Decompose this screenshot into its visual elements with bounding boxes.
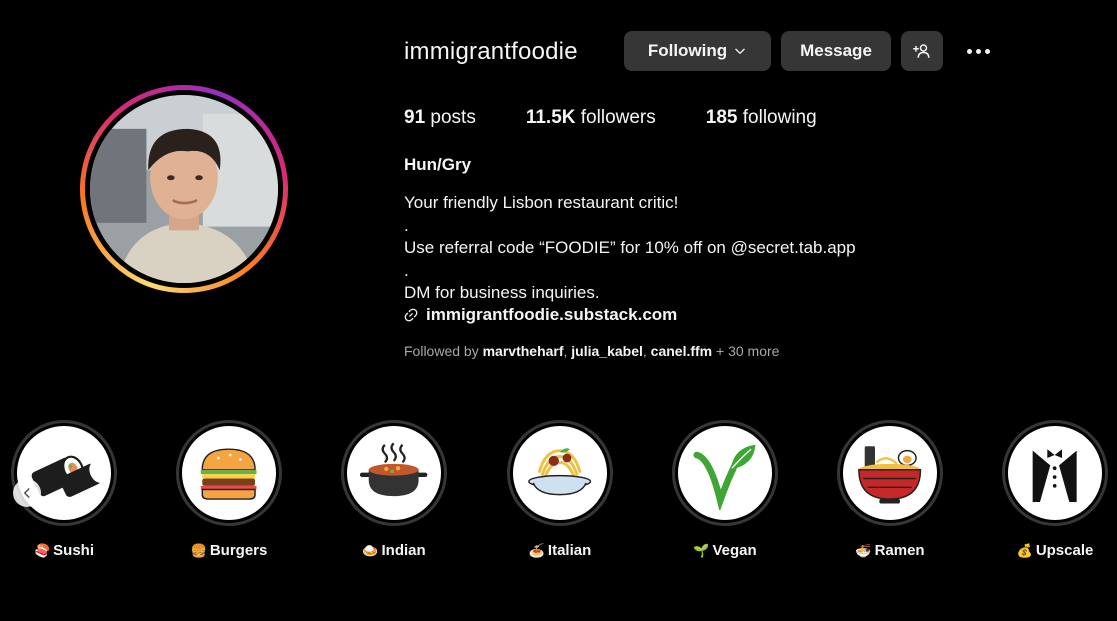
following-button-label: Following	[647, 41, 728, 60]
highlight-label-text: Ramen	[874, 542, 925, 559]
chevron-down-icon	[735, 48, 745, 54]
highlight-label: 🍛 Indian	[341, 542, 447, 559]
curry-emoji: 🍛	[362, 542, 379, 558]
bio-line: Use referral code “FOODIE” for 10% off o…	[404, 238, 856, 257]
highlight-label: 🍜 Ramen	[837, 542, 943, 559]
chevron-left-icon	[23, 488, 30, 498]
following-stat[interactable]: 185 following	[706, 107, 817, 129]
highlight-indian[interactable]: 🍛 Indian	[341, 420, 447, 559]
posts-stat: 91 posts	[404, 107, 476, 129]
highlight-label-text: Indian	[381, 542, 426, 559]
display-name: Hun/Gry	[404, 155, 472, 174]
followed-by-more: + 30 more	[716, 343, 780, 359]
highlight-label-text: Upscale	[1035, 542, 1094, 559]
ramen-emoji: 🍜	[855, 542, 872, 558]
follower-username: julia_kabel	[571, 343, 643, 359]
avatar-inner	[85, 90, 283, 288]
ramen-bowl-icon	[858, 446, 922, 504]
highlight-label: 🍣 Sushi	[11, 542, 117, 559]
followers-label: followers	[580, 107, 656, 128]
following-count: 185	[705, 107, 738, 128]
followers-count: 11.5K	[525, 107, 576, 128]
person-add-icon	[913, 44, 930, 58]
money-bag-emoji: 💰	[1016, 542, 1033, 558]
highlight-label-text: Burgers	[209, 542, 268, 559]
following-button[interactable]: Following	[624, 31, 771, 71]
highlight-upscale[interactable]: 💰 Upscale	[1002, 420, 1108, 559]
bio-text: Your friendly Lisbon restaurant critic! …	[404, 192, 856, 305]
highlight-burgers[interactable]: 🍔 Burgers	[176, 420, 282, 559]
highlight-label: 🍔 Burgers	[176, 542, 282, 559]
bio-line: Your friendly Lisbon restaurant critic!	[404, 193, 679, 212]
link-icon	[404, 308, 418, 322]
add-user-button[interactable]	[901, 31, 943, 71]
profile-photo	[90, 95, 278, 283]
follower-username: marvtheharf	[482, 343, 564, 359]
highlight-ramen[interactable]: 🍜 Ramen	[837, 420, 943, 559]
following-label: following	[742, 107, 817, 128]
bio-line: .	[404, 260, 409, 280]
profile-avatar-ring[interactable]	[80, 85, 288, 293]
bio-line: .	[404, 215, 409, 235]
highlight-label-text: Sushi	[53, 542, 95, 559]
highlight-italian[interactable]: 🍝 Italian	[507, 420, 613, 559]
burger-icon	[201, 448, 257, 501]
pasta-icon	[528, 448, 592, 496]
pasta-emoji: 🍝	[528, 542, 545, 558]
more-options-button[interactable]	[958, 38, 998, 64]
highlight-label: 🍝 Italian	[507, 542, 613, 559]
seedling-emoji: 🌱	[693, 542, 710, 558]
highlight-label: 💰 Upscale	[1002, 542, 1108, 559]
message-button[interactable]: Message	[781, 31, 891, 71]
followed-by[interactable]: Followed by marvtheharf, julia_kabel, ca…	[404, 343, 779, 359]
avatar[interactable]	[90, 95, 278, 283]
bio-link-text: immigrantfoodie.substack.com	[426, 305, 678, 324]
highlight-label-text: Italian	[547, 542, 592, 559]
sushi-emoji: 🍣	[33, 542, 51, 558]
followers-stat[interactable]: 11.5K followers	[526, 107, 656, 129]
highlight-vegan[interactable]: 🌱 Vegan	[672, 420, 778, 559]
highlight-label: 🌱 Vegan	[672, 542, 778, 559]
curry-pot-icon	[360, 442, 428, 497]
posts-label: posts	[430, 107, 476, 128]
more-horizontal-icon	[966, 48, 990, 54]
profile-stats: 91 posts 11.5K followers 185 following	[404, 107, 867, 129]
highlight-label-text: Vegan	[712, 542, 757, 559]
followed-by-prefix: Followed by	[404, 343, 479, 359]
tuxedo-icon	[1033, 449, 1077, 503]
profile-username: immigrantfoodie	[404, 38, 578, 65]
bio-line: DM for business inquiries.	[404, 283, 600, 302]
highlights-prev-button[interactable]	[13, 479, 41, 507]
bio-link[interactable]: immigrantfoodie.substack.com	[404, 305, 677, 325]
vegan-leaf-icon	[693, 445, 756, 510]
follower-username: canel.ffm	[650, 343, 713, 359]
burger-emoji: 🍔	[190, 542, 207, 558]
posts-count: 91	[404, 107, 426, 128]
